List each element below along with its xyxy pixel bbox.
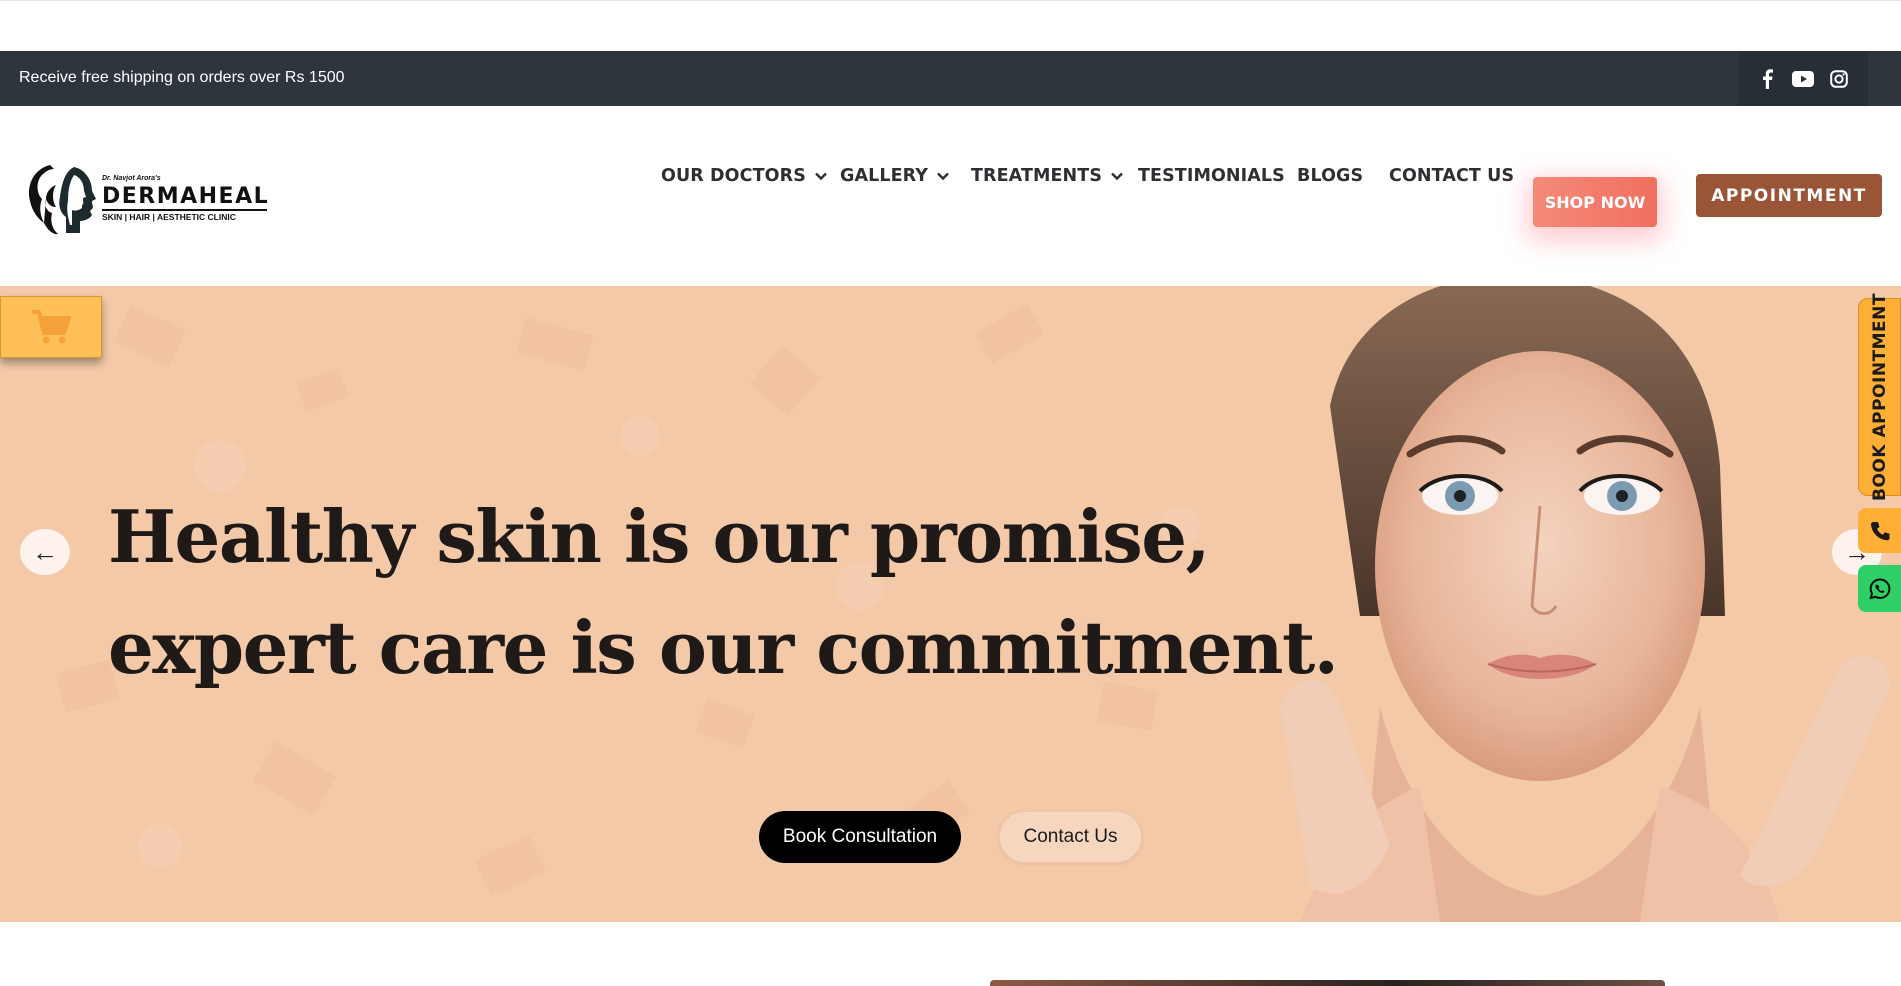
facebook-icon[interactable] <box>1756 68 1778 90</box>
chevron-down-icon <box>815 172 827 181</box>
nav-treatments[interactable]: TREATMENTS <box>971 166 1124 186</box>
nav-contact-us[interactable]: CONTACT US <box>1389 166 1514 186</box>
topbar-edge <box>1882 51 1901 106</box>
nav-gallery[interactable]: GALLERY <box>840 166 950 186</box>
nav-label: CONTACT US <box>1389 166 1515 186</box>
nav-blogs[interactable]: BLOGS <box>1297 166 1363 186</box>
youtube-icon[interactable] <box>1792 68 1814 90</box>
shopping-cart-icon <box>32 310 71 344</box>
side-book-appointment-tab[interactable]: BOOK APPOINTMENT <box>1858 293 1901 501</box>
whatsapp-icon <box>1868 577 1890 599</box>
arrow-left-icon: ← <box>32 536 58 567</box>
social-links <box>1738 51 1868 106</box>
hero-headline-line1: Healthy skin is our promise, <box>108 494 1211 579</box>
hero-contact-us-button[interactable]: Contact Us <box>999 811 1142 863</box>
carousel-prev-button[interactable]: ← <box>20 529 70 575</box>
announcement-bar: Receive free shipping on orders over Rs … <box>0 51 1901 106</box>
nav-label: TESTIMONIALS <box>1138 166 1285 186</box>
nav-our-doctors[interactable]: OUR DOCTORS <box>661 166 828 186</box>
nav-label: TREATMENTS <box>971 166 1103 186</box>
book-consultation-button[interactable]: Book Consultation <box>759 811 961 863</box>
logo-tagline: SKIN | HAIR | AESTHETIC CLINIC <box>102 212 236 222</box>
logo-doctor-name: Dr. Navjot Arora's <box>102 175 161 182</box>
dermaheal-logo[interactable]: Dr. Navjot Arora's DERMAHEAL SKIN | HAIR… <box>22 161 268 236</box>
nav-label: OUR DOCTORS <box>661 166 806 186</box>
phone-icon <box>1870 521 1889 540</box>
hero-headline: Healthy skin is our promise, expert care… <box>108 481 1339 703</box>
hero-headline-line2: expert care is our commitment. <box>108 605 1339 690</box>
instagram-icon[interactable] <box>1828 68 1850 90</box>
side-book-appointment-label: BOOK APPOINTMENT <box>1869 293 1890 501</box>
nav-label: GALLERY <box>840 166 929 186</box>
side-call-button[interactable] <box>1858 508 1901 553</box>
side-whatsapp-button[interactable] <box>1858 565 1901 612</box>
logo-brand-name: DERMAHEAL <box>102 184 270 209</box>
nav-label: BLOGS <box>1297 166 1364 186</box>
page: Receive free shipping on orders over Rs … <box>0 0 1901 986</box>
next-section-image-edge <box>990 980 1665 986</box>
nav-testimonials[interactable]: TESTIMONIALS <box>1138 166 1285 186</box>
appointment-button[interactable]: APPOINTMENT <box>1696 174 1882 217</box>
floating-cart-button[interactable] <box>0 296 102 358</box>
shop-now-button[interactable]: SHOP NOW <box>1533 177 1657 227</box>
logo-rule <box>102 209 267 211</box>
shipping-promo-text: Receive free shipping on orders over Rs … <box>19 69 345 86</box>
face-silhouette-logo-icon <box>28 165 96 235</box>
top-divider <box>0 0 1901 1</box>
chevron-down-icon <box>1111 172 1123 181</box>
hero-banner: Healthy skin is our promise, expert care… <box>0 286 1901 922</box>
model-face-image <box>1240 286 1901 922</box>
chevron-down-icon <box>937 172 949 181</box>
site-header: Dr. Navjot Arora's DERMAHEAL SKIN | HAIR… <box>0 106 1901 286</box>
